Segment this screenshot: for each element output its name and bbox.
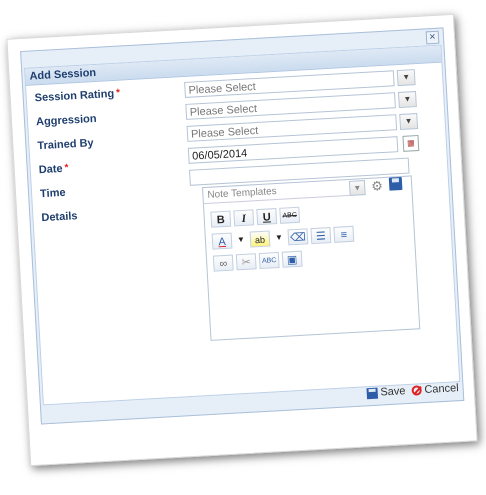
trained-by-label: Trained By <box>37 137 94 153</box>
required-marker: * <box>64 162 69 174</box>
format-toolbar-row-2: A ▼ ab ▼ ⌫ ☰ ≡ <box>211 225 355 250</box>
highlight-button[interactable]: ab <box>249 230 271 248</box>
required-marker: * <box>115 87 121 99</box>
source-view-icon[interactable]: ▣ <box>281 250 303 268</box>
close-button[interactable]: × <box>425 30 440 45</box>
strikethrough-button[interactable]: ABC <box>279 206 301 224</box>
font-color-dropdown-icon[interactable]: ▼ <box>235 232 248 249</box>
date-value: 06/05/2014 <box>191 147 248 163</box>
gear-icon[interactable]: ⚙ <box>371 178 384 195</box>
format-toolbar-row-3: ∞ ✂ ABC ▣ <box>212 250 303 272</box>
chevron-down-icon[interactable]: ▼ <box>399 113 419 131</box>
chevron-down-icon[interactable]: ▼ <box>348 180 366 196</box>
highlight-dropdown-icon[interactable]: ▼ <box>273 230 286 247</box>
font-color-button[interactable]: A <box>211 232 233 250</box>
details-label: Details <box>41 210 78 225</box>
aggression-label: Aggression <box>35 112 97 129</box>
save-button[interactable]: Save <box>366 385 406 399</box>
bold-button[interactable]: B <box>210 210 232 228</box>
chevron-down-icon[interactable]: ▼ <box>396 69 416 87</box>
details-editor[interactable]: Note Templates ▼ ⚙ B I U ABC A ▼ ab ▼ ⌫ … <box>201 175 421 341</box>
form-panel: Add Session Session Rating* Please Selec… <box>24 44 461 406</box>
cancel-icon <box>411 385 422 396</box>
calendar-icon[interactable]: ▦ <box>402 134 420 152</box>
floppy-disk-icon <box>366 387 378 399</box>
session-rating-label-text: Session Rating <box>34 87 115 105</box>
date-label: Date* <box>38 163 68 177</box>
trained-by-placeholder: Please Select <box>190 124 259 141</box>
cancel-button[interactable]: Cancel <box>411 382 459 397</box>
screenshot-stage: × Add Session Session Rating* Please Sel… <box>0 0 486 495</box>
save-label: Save <box>380 385 406 399</box>
underline-button[interactable]: U <box>256 208 278 226</box>
cancel-label: Cancel <box>424 382 459 397</box>
aggression-placeholder: Please Select <box>189 102 258 119</box>
add-session-dialog: × Add Session Session Rating* Please Sel… <box>20 27 465 425</box>
session-rating-placeholder: Please Select <box>188 81 257 97</box>
date-label-text: Date <box>38 162 63 177</box>
chevron-down-icon[interactable]: ▼ <box>397 91 417 109</box>
link-icon[interactable]: ∞ <box>212 254 234 272</box>
eraser-icon[interactable]: ⌫ <box>287 228 309 246</box>
unlink-icon[interactable]: ✂ <box>235 253 257 271</box>
italic-button[interactable]: I <box>233 209 255 227</box>
polaroid-frame: × Add Session Session Rating* Please Sel… <box>6 13 478 467</box>
spellcheck-button[interactable]: ABC <box>258 251 280 270</box>
bullet-list-icon[interactable]: ☰ <box>310 227 332 245</box>
note-templates-placeholder: Note Templates <box>207 185 277 201</box>
session-rating-label: Session Rating* <box>34 88 120 105</box>
save-template-icon[interactable] <box>388 176 403 191</box>
format-toolbar-row-1: B I U ABC <box>210 206 301 228</box>
numbered-list-icon[interactable]: ≡ <box>333 225 355 243</box>
time-label: Time <box>39 186 66 201</box>
